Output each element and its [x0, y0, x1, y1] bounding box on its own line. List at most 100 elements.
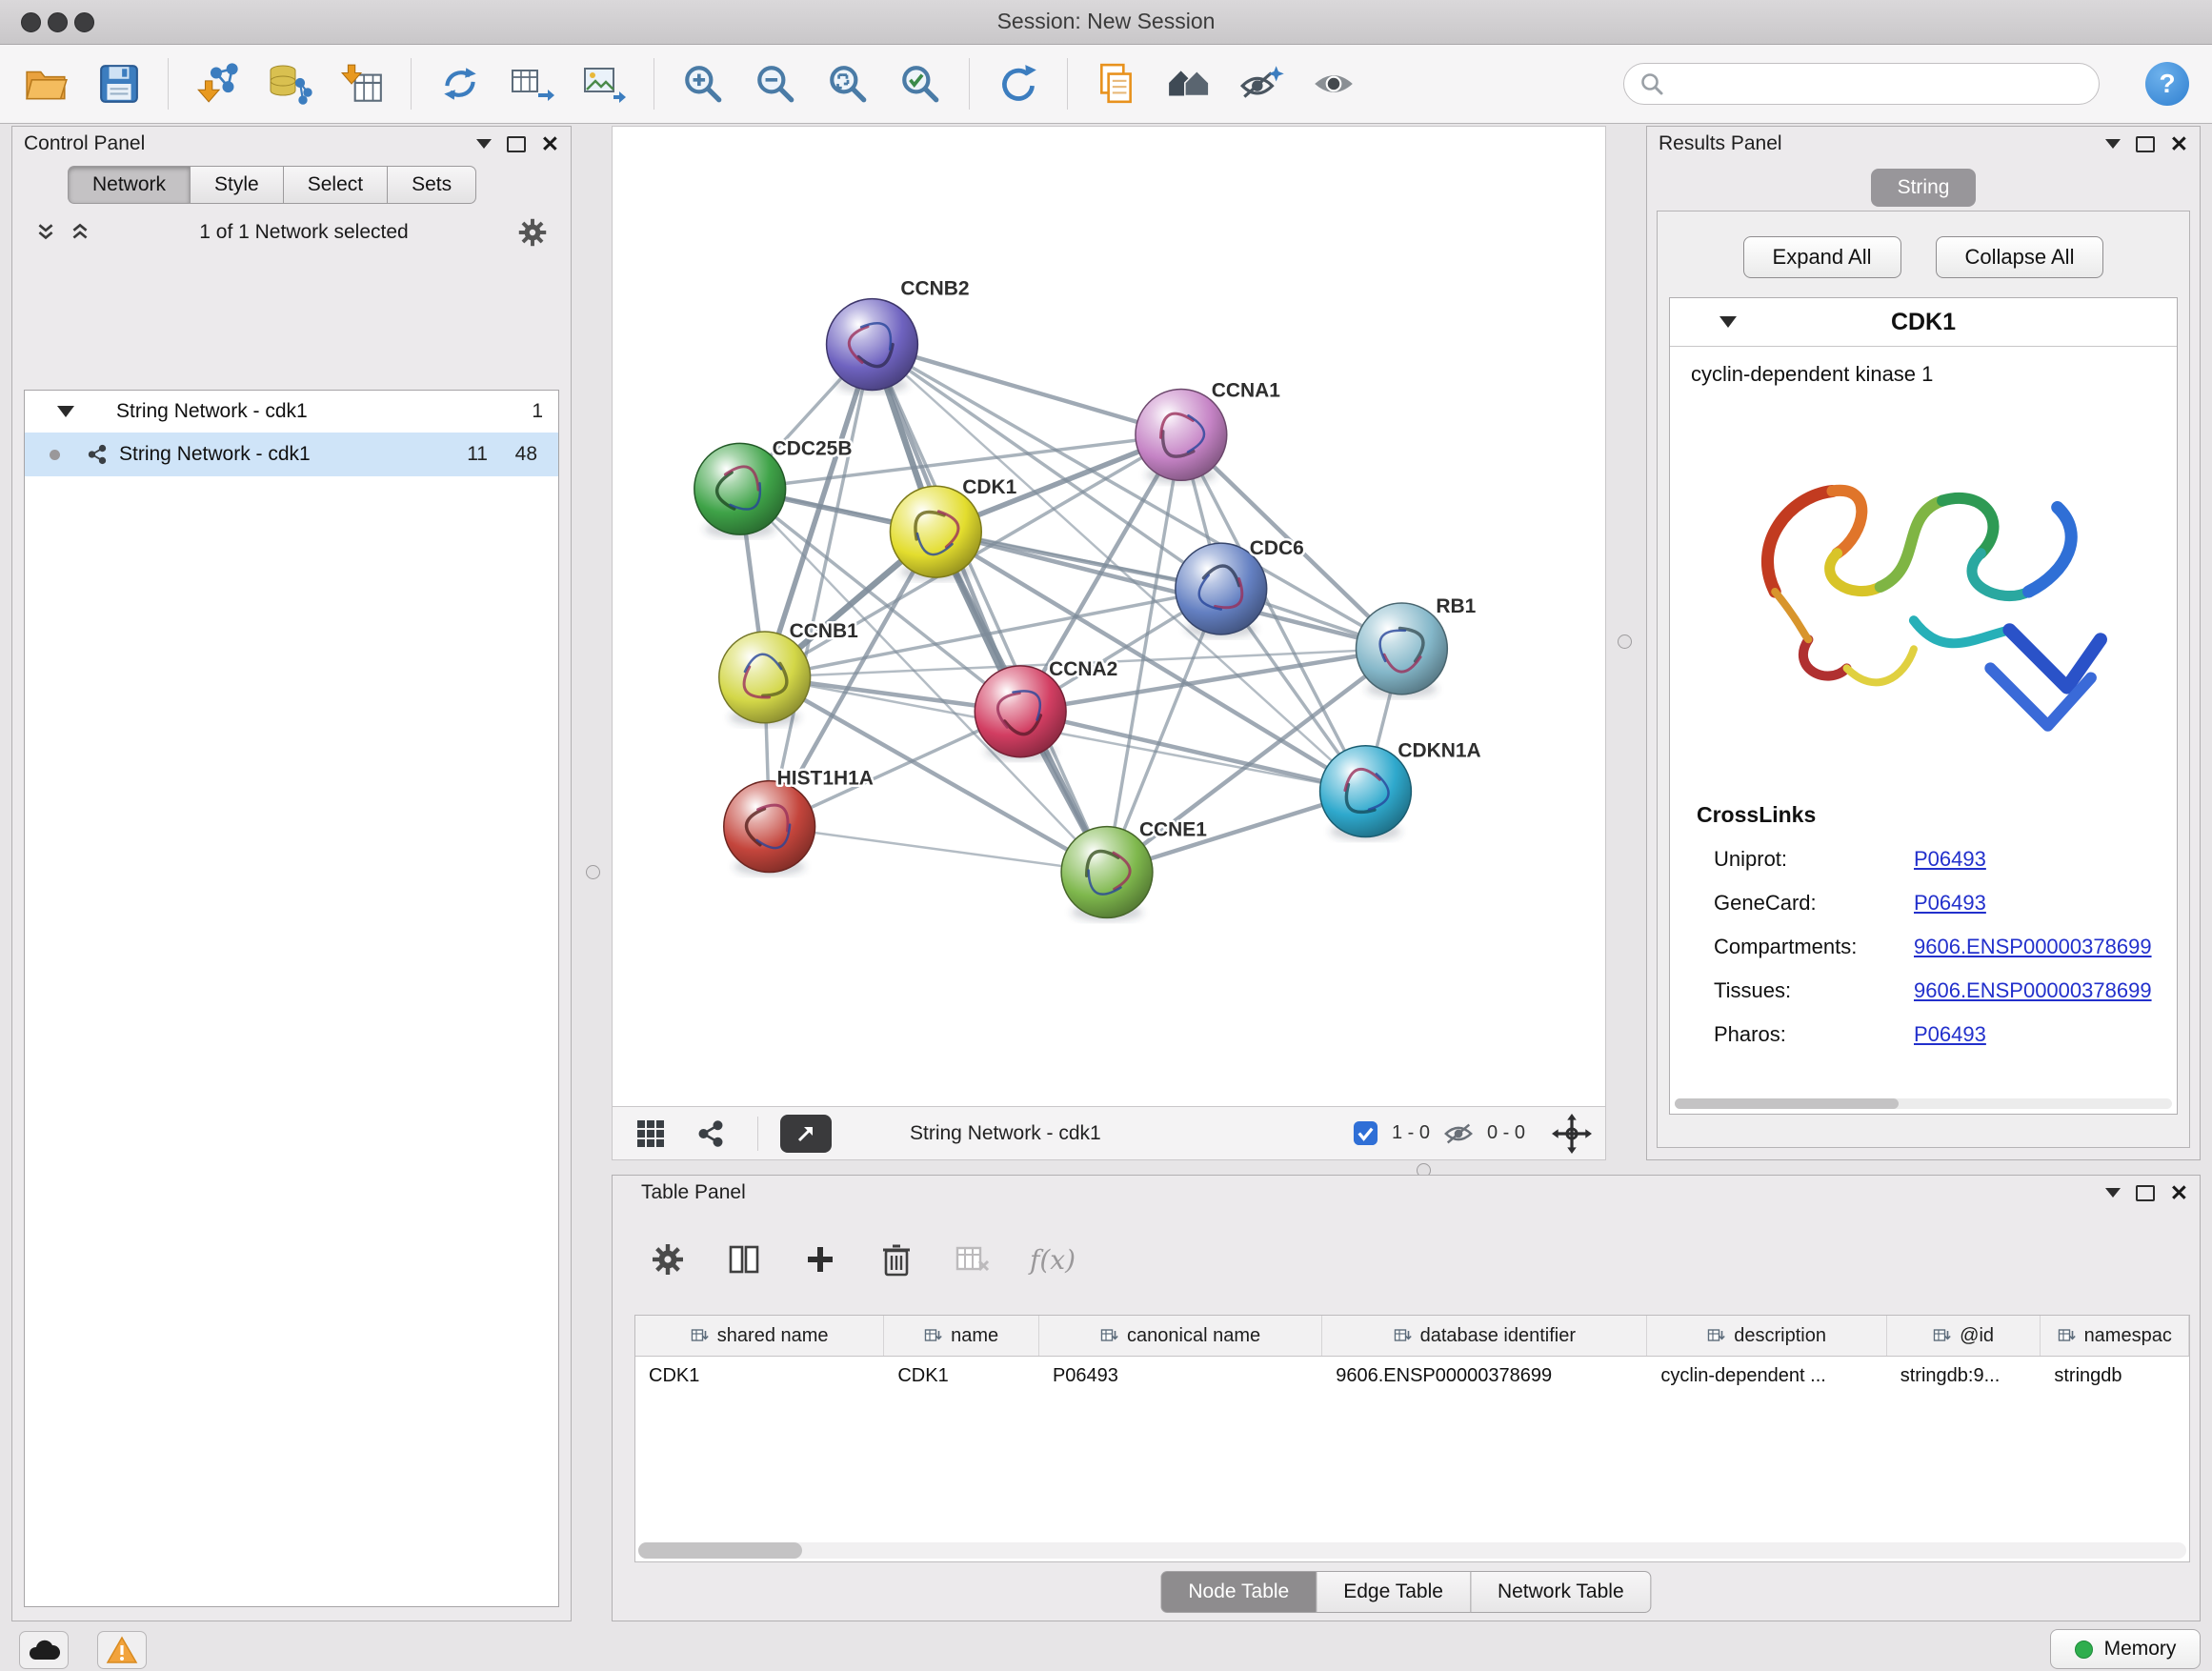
open-session-button[interactable]	[23, 60, 70, 108]
copy-document-button[interactable]	[1093, 60, 1140, 108]
network-row-selected[interactable]: String Network - cdk1 11 48	[25, 433, 558, 476]
crosslink-link[interactable]: P06493	[1914, 847, 1986, 872]
table-header-row: shared namenamecanonical namedatabase id…	[635, 1316, 2189, 1357]
network-node-hist1h1a[interactable]	[724, 781, 815, 873]
add-column-button[interactable]	[801, 1240, 839, 1278]
import-network-file-button[interactable]	[193, 60, 241, 108]
network-table-button[interactable]	[509, 60, 556, 108]
panel-menu-icon[interactable]	[2105, 139, 2121, 149]
zoom-out-button[interactable]	[752, 60, 799, 108]
table-horizontal-scrollbar[interactable]	[638, 1542, 2186, 1559]
save-session-button[interactable]	[95, 60, 143, 108]
zoom-fit-button[interactable]	[824, 60, 872, 108]
table-row[interactable]: CDK1CDK1P064939606.ENSP00000378699cyclin…	[635, 1357, 2189, 1395]
network-view-button[interactable]	[696, 1107, 725, 1159]
network-options-gear-icon[interactable]	[517, 217, 548, 248]
cloud-status-button[interactable]	[19, 1631, 69, 1669]
column-header[interactable]: name	[884, 1316, 1039, 1356]
gene-section-header[interactable]: CDK1	[1670, 298, 2177, 347]
panel-menu-icon[interactable]	[476, 139, 492, 149]
expand-all-tree-icon[interactable]	[70, 222, 90, 243]
expand-all-button[interactable]: Expand All	[1743, 236, 1901, 278]
refresh-icon	[996, 62, 1040, 106]
column-header[interactable]: description	[1647, 1316, 1886, 1356]
table-options-button[interactable]	[649, 1240, 687, 1278]
tab-select[interactable]: Select	[283, 166, 387, 204]
birdseye-view-button[interactable]	[780, 1107, 832, 1159]
help-button[interactable]: ?	[2145, 62, 2189, 106]
network-edge[interactable]	[1020, 712, 1365, 792]
crosslink-link[interactable]: P06493	[1914, 1022, 1986, 1047]
home-panels-button[interactable]	[1165, 60, 1213, 108]
column-header[interactable]: namespac	[2041, 1316, 2189, 1356]
tab-network-table[interactable]: Network Table	[1470, 1571, 1652, 1613]
hide-panels-button[interactable]	[1237, 60, 1285, 108]
show-columns-button[interactable]	[725, 1240, 763, 1278]
results-horizontal-scrollbar[interactable]	[1675, 1098, 2172, 1109]
tab-sets[interactable]: Sets	[387, 166, 476, 204]
external-arrow-icon	[794, 1122, 817, 1145]
network-node-ccnb2[interactable]	[827, 299, 918, 391]
tab-network[interactable]: Network	[68, 166, 190, 204]
close-panel-icon[interactable]: ✕	[541, 133, 559, 155]
collapse-all-tree-icon[interactable]	[35, 222, 56, 243]
float-panel-icon[interactable]	[507, 136, 526, 152]
splitter-handle[interactable]	[1618, 634, 1632, 649]
export-image-icon	[582, 62, 628, 106]
float-panel-icon[interactable]	[2136, 136, 2155, 152]
export-image-button[interactable]	[581, 60, 629, 108]
show-panels-button[interactable]	[1310, 60, 1357, 108]
crosslink-link[interactable]: P06493	[1914, 891, 1986, 916]
table-panel-title: Table Panel	[641, 1181, 746, 1204]
selected-nodes-checkbox-icon[interactable]	[1353, 1120, 1378, 1146]
tab-node-table[interactable]: Node Table	[1160, 1571, 1316, 1613]
hidden-eye-slash-icon[interactable]	[1443, 1120, 1474, 1147]
import-table-button[interactable]	[338, 60, 386, 108]
pan-crosshair-icon[interactable]	[1552, 1114, 1592, 1154]
tab-style[interactable]: Style	[190, 166, 283, 204]
close-panel-icon[interactable]: ✕	[2170, 133, 2188, 155]
tree-expand-icon[interactable]	[57, 406, 74, 417]
network-graph[interactable]: CCNB2CCNA1CDC25BCDK1CDC6RB1CCNB1CCNA2CDK…	[613, 127, 1605, 1106]
zoom-out-icon	[754, 62, 797, 106]
column-header[interactable]: shared name	[635, 1316, 884, 1356]
network-node-cdk1[interactable]	[890, 486, 981, 577]
network-edge[interactable]	[872, 345, 1107, 873]
crosslink-link[interactable]: 9606.ENSP00000378699	[1914, 935, 2152, 959]
panel-menu-icon[interactable]	[2105, 1188, 2121, 1198]
new-network-button[interactable]	[436, 60, 484, 108]
zoom-selected-button[interactable]	[896, 60, 944, 108]
column-header[interactable]: database identifier	[1322, 1316, 1647, 1356]
crosslink-link[interactable]: 9606.ENSP00000378699	[1914, 978, 2152, 1003]
search-input[interactable]	[1674, 71, 2083, 96]
network-edge[interactable]	[770, 827, 1107, 873]
grid-view-button[interactable]	[635, 1107, 666, 1159]
float-panel-icon[interactable]	[2136, 1185, 2155, 1201]
refresh-button[interactable]	[995, 60, 1042, 108]
network-edge[interactable]	[872, 345, 1180, 435]
collapse-all-button[interactable]: Collapse All	[1936, 236, 2104, 278]
delete-table-icon	[955, 1244, 990, 1275]
network-canvas[interactable]: CCNB2CCNA1CDC25BCDK1CDC6RB1CCNB1CCNA2CDK…	[612, 126, 1606, 1107]
memory-button[interactable]: Memory	[2050, 1629, 2201, 1669]
network-node-rb1[interactable]	[1357, 603, 1448, 695]
network-node-ccna1[interactable]	[1136, 389, 1227, 480]
tab-string[interactable]: String	[1871, 169, 1977, 207]
tab-edge-table[interactable]: Edge Table	[1316, 1571, 1470, 1613]
splitter-handle[interactable]	[586, 865, 600, 879]
function-builder-button[interactable]: f(x)	[1030, 1244, 1076, 1276]
column-header[interactable]: @id	[1887, 1316, 2041, 1356]
warnings-button[interactable]	[97, 1631, 147, 1669]
network-collection-row[interactable]: String Network - cdk1 1	[25, 391, 558, 433]
crosslink-row: Pharos:P06493	[1670, 1013, 2177, 1057]
close-panel-icon[interactable]: ✕	[2170, 1182, 2188, 1204]
network-edge[interactable]	[770, 345, 873, 827]
import-network-database-button[interactable]	[266, 60, 313, 108]
column-header[interactable]: canonical name	[1039, 1316, 1322, 1356]
section-expand-icon[interactable]	[1719, 316, 1737, 328]
network-node-ccnb1[interactable]	[719, 632, 811, 723]
zoom-in-button[interactable]	[679, 60, 727, 108]
open-folder-icon	[24, 64, 70, 104]
table-cell: 9606.ENSP00000378699	[1322, 1357, 1647, 1395]
delete-column-button[interactable]	[877, 1240, 915, 1278]
